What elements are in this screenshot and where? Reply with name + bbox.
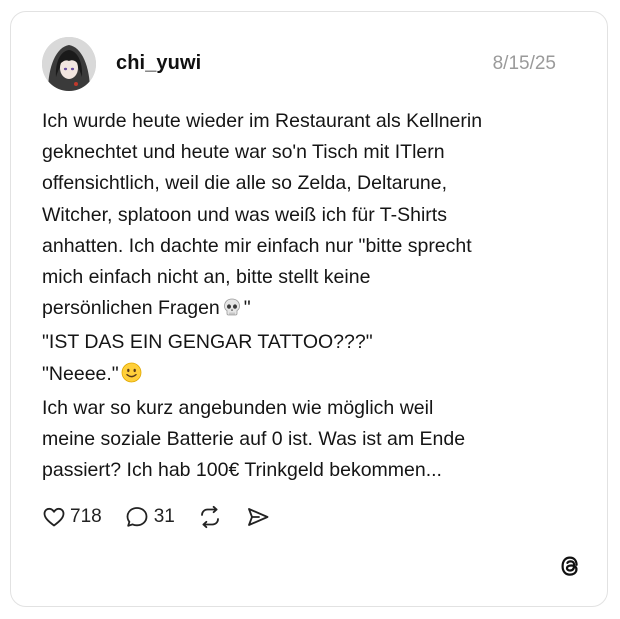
avatar[interactable]: [42, 37, 96, 91]
post-line: offensichtlich, weil die alle so Zelda, …: [42, 172, 448, 195]
post-line: Witcher, splatoon und was weiß ich für T…: [42, 203, 447, 226]
share-icon: [245, 505, 271, 529]
post-line: "IST DAS EIN GENGAR TATTOO???": [42, 331, 373, 354]
share-button[interactable]: [245, 505, 271, 529]
reply-count: 31: [153, 506, 175, 527]
post-line: Ich wurde heute wieder im Restaurant als…: [42, 110, 483, 132]
repost-button[interactable]: [197, 505, 223, 529]
slightly-smiling-face-emoji: [121, 362, 142, 393]
username[interactable]: chi_yuwi: [116, 52, 201, 75]
post-date: 8/15/25: [492, 53, 556, 74]
post-line: geknechtet und heute war so'n Tisch mit …: [42, 141, 445, 164]
post-line: anhatten. Ich dachte mir einfach nur "bi…: [42, 234, 472, 257]
post-line: Ich war so kurz angebunden wie möglich w…: [42, 396, 434, 419]
like-button[interactable]: 718: [42, 505, 102, 529]
reply-button[interactable]: 31: [124, 505, 175, 529]
heart-icon: [42, 505, 66, 529]
like-count: 718: [70, 506, 102, 527]
repost-icon: [197, 505, 223, 529]
post-line: meine soziale Batterie auf 0 ist. Was is…: [42, 428, 466, 451]
skull-emoji: [222, 296, 242, 327]
avatar-image: [42, 37, 96, 91]
reply-icon: [124, 505, 150, 529]
post-line: "Neeee.": [42, 359, 582, 393]
post-body: Ich wurde heute wieder im Restaurant als…: [42, 106, 582, 486]
post-actions: 718 31: [42, 503, 293, 531]
post-line: passiert? Ich hab 100€ Trinkgeld bekomme…: [42, 459, 442, 482]
threads-logo-icon[interactable]: [557, 553, 583, 579]
post-line: persönlichen Fragen ": [42, 293, 582, 327]
post-line: mich einfach nicht an, bitte stellt kein…: [42, 266, 371, 289]
